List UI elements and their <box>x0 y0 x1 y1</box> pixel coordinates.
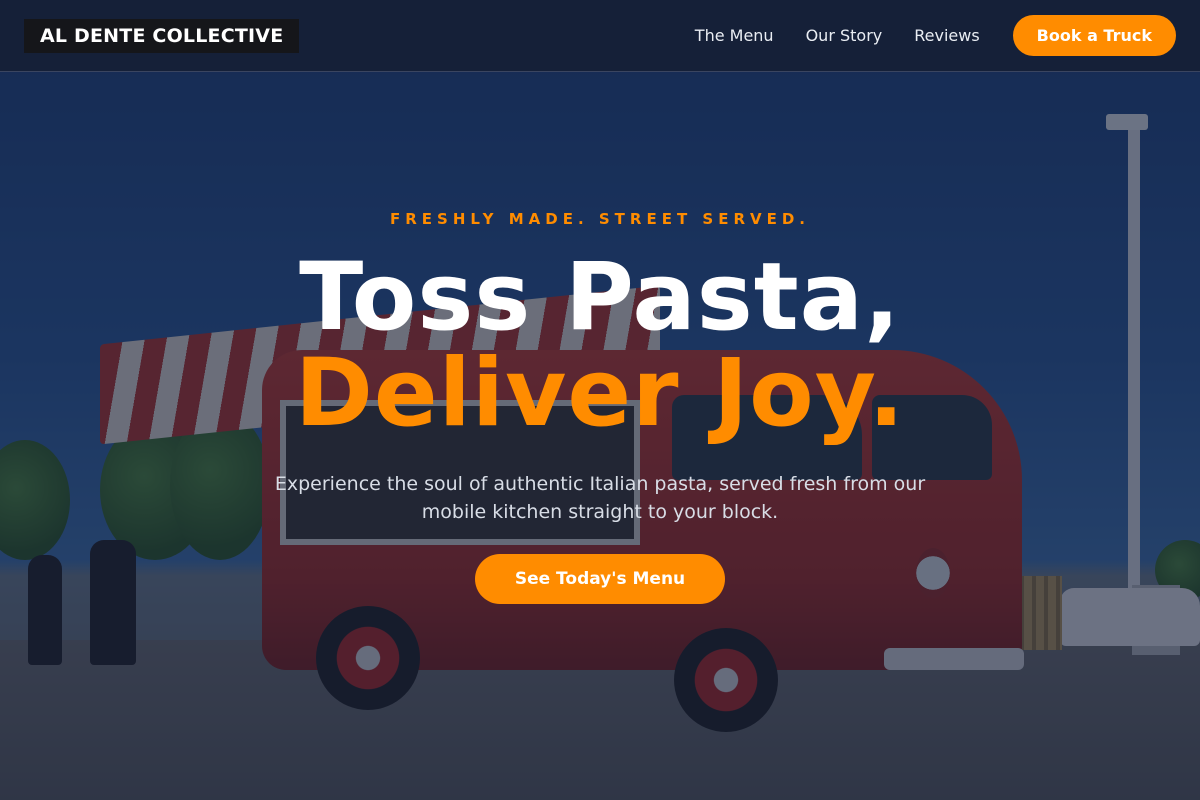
nav-links: The Menu Our Story Reviews Book a Truck <box>695 15 1176 56</box>
hero-content: FRESHLY MADE. STREET SERVED. Toss Pasta,… <box>0 210 1200 604</box>
nav-link-reviews[interactable]: Reviews <box>914 26 979 45</box>
hero-eyebrow: FRESHLY MADE. STREET SERVED. <box>390 210 810 228</box>
hero-headline-line1: Toss Pasta, <box>299 243 901 352</box>
hero-subtext: Experience the soul of authentic Italian… <box>274 473 926 523</box>
see-todays-menu-button[interactable]: See Today's Menu <box>474 554 726 604</box>
hero-headline-line2: Deliver Joy. <box>294 339 906 448</box>
brand-logo[interactable]: AL DENTE COLLECTIVE <box>24 18 300 53</box>
hero-headline: Toss Pasta, Deliver Joy. <box>0 250 1200 442</box>
top-navbar: AL DENTE COLLECTIVE The Menu Our Story R… <box>0 0 1200 72</box>
nav-link-the-menu[interactable]: The Menu <box>695 26 774 45</box>
book-a-truck-button[interactable]: Book a Truck <box>1012 15 1176 56</box>
nav-link-our-story[interactable]: Our Story <box>806 26 883 45</box>
